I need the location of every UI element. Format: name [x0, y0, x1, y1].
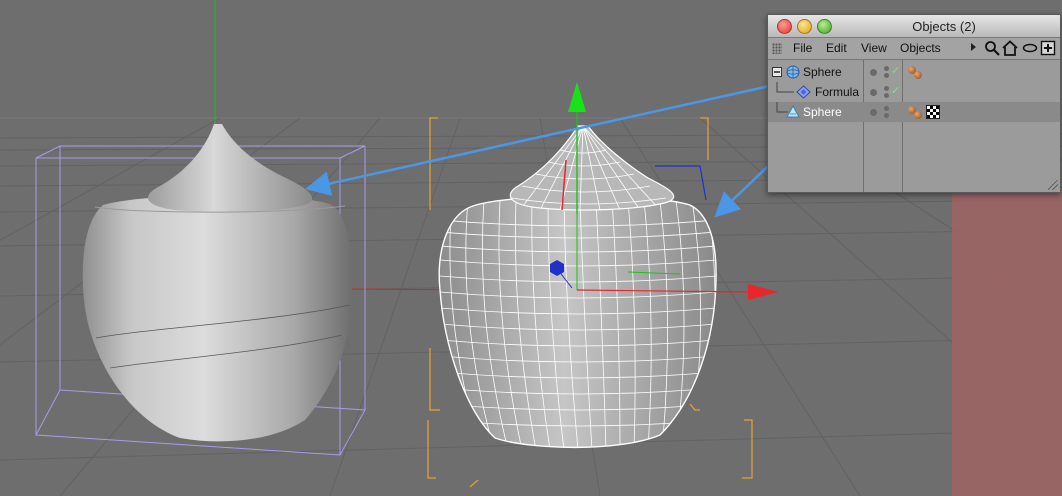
sphere-icon: [786, 65, 800, 79]
list-item[interactable]: Sphere: [768, 102, 1060, 122]
check-icon[interactable]: ✓: [891, 64, 900, 77]
editor-dot[interactable]: [884, 106, 889, 111]
menu-edit[interactable]: Edit: [826, 41, 847, 55]
object-name[interactable]: Sphere: [803, 65, 842, 79]
renderer-dot[interactable]: [884, 93, 889, 98]
renderer-dot[interactable]: [884, 73, 889, 78]
list-item[interactable]: Sphere ✓: [768, 62, 1060, 82]
x-axis-arrow: [748, 284, 778, 300]
material-tag-icon[interactable]: [914, 111, 922, 119]
menu-file[interactable]: File: [793, 41, 812, 55]
render-dot[interactable]: [870, 69, 877, 76]
collapse-icon[interactable]: [772, 67, 782, 77]
list-item[interactable]: Formula ✓: [768, 82, 1060, 102]
menu-view[interactable]: View: [861, 41, 887, 55]
search-icon[interactable]: [984, 40, 1000, 56]
material-tag-icon[interactable]: [914, 71, 922, 79]
objects-panel[interactable]: Objects (2) File Edit View Objects Spher…: [767, 14, 1061, 193]
panel-titlebar[interactable]: Objects (2): [768, 15, 1060, 38]
tree-line: [776, 82, 794, 93]
grip-icon[interactable]: [772, 43, 782, 54]
play-icon[interactable]: [971, 43, 976, 51]
render-dot[interactable]: [870, 89, 877, 96]
panel-title: Objects (2): [912, 19, 976, 34]
home-icon[interactable]: [1002, 40, 1018, 56]
object-name[interactable]: Formula: [815, 85, 859, 99]
eye-icon[interactable]: [1022, 40, 1038, 56]
formula-icon: [796, 85, 811, 99]
panel-menubar: File Edit View Objects: [768, 38, 1060, 60]
editor-dot[interactable]: [884, 86, 889, 91]
renderer-dot[interactable]: [884, 113, 889, 118]
sphere-triangle-icon: [786, 105, 800, 118]
y-axis-arrow: [568, 82, 586, 112]
add-icon[interactable]: [1040, 40, 1056, 56]
object-name[interactable]: Sphere: [803, 105, 842, 119]
editor-dot[interactable]: [884, 66, 889, 71]
resize-grip-icon[interactable]: [1048, 180, 1058, 190]
menu-objects[interactable]: Objects: [900, 41, 941, 55]
render-dot[interactable]: [870, 109, 877, 116]
check-icon[interactable]: ✓: [891, 84, 900, 97]
safe-frame-overlay: [952, 190, 1062, 496]
texture-tag-icon[interactable]: [926, 105, 940, 119]
